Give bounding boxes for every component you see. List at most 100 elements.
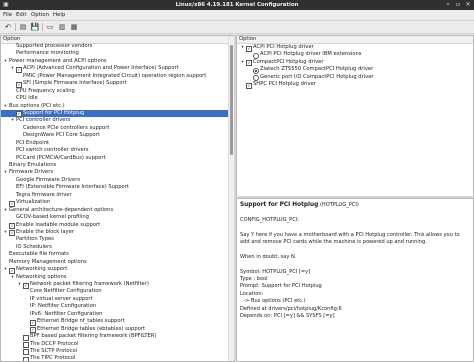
option-row[interactable]: Tegra firmware driver (1, 192, 234, 199)
option-label: Tegra firmware driver (16, 191, 72, 198)
help-title: Support for PCI Hotplug (240, 202, 319, 208)
full-view-icon[interactable]: ▦ (69, 22, 79, 32)
suboption-row[interactable]: ▾ ✓ CompactPCI Hotplug driver (237, 59, 473, 67)
option-label: IP virtual server support (30, 295, 93, 302)
option-row[interactable]: The DCCP Protocol (1, 341, 234, 348)
menu-help[interactable]: Help (53, 12, 65, 18)
option-label: Ethernet Bridge tables (ebtables) suppor… (37, 325, 145, 332)
option-row[interactable]: CPU Idle (1, 95, 234, 102)
option-row[interactable]: PMIC (Power Management Integrated Circui… (1, 73, 234, 80)
save-icon[interactable]: 💾 (30, 22, 40, 32)
menu-option[interactable]: Option (31, 12, 49, 18)
option-row[interactable]: Cadence PCIe controllers support (1, 125, 234, 132)
option-row[interactable]: Binary Emulations (1, 162, 234, 169)
option-row[interactable]: IP: Netfilter Configuration (1, 303, 234, 310)
option-label: Power management and ACPI options (9, 57, 107, 64)
help-description: Say Y here if you have a motherboard wit… (240, 231, 460, 245)
menu-file[interactable]: File (3, 12, 12, 18)
option-row[interactable]: ▾ Power management and ACPI options (1, 58, 234, 65)
suboption-column-header[interactable]: Option (237, 36, 473, 44)
option-row[interactable]: ▾ ✓ Networking support (1, 266, 234, 274)
expand-arrow-icon[interactable]: ▾ (3, 207, 8, 214)
option-row[interactable]: Performance monitoring (1, 50, 234, 57)
expand-arrow-icon[interactable]: ▾ (3, 103, 8, 110)
minimize-icon[interactable]: – (444, 1, 452, 9)
split-view-icon[interactable]: ▥ (57, 22, 67, 32)
menu-edit[interactable]: Edit (16, 12, 26, 18)
expand-arrow-icon[interactable]: ▾ (17, 281, 22, 288)
help-details: Symbol: HOTPLUG_PCI [=y] Type : bool Promp… (240, 269, 470, 321)
menu-bar: File Edit Option Help (0, 10, 474, 21)
help-detail-line: Symbol: HOTPLUG_PCI [=y] (240, 268, 311, 275)
option-row[interactable]: ▾ General architecture-dependent options (1, 207, 234, 214)
expand-arrow-icon[interactable]: ▾ (3, 229, 8, 236)
option-row[interactable]: GCOV-based kernel profiling (1, 214, 234, 221)
option-row[interactable]: IPv6: Netfilter Configuration (1, 311, 234, 318)
option-row[interactable]: Executable file formats (1, 251, 234, 258)
option-label: Enable loadable module support (16, 221, 101, 228)
help-detail-line: Location: (240, 290, 264, 297)
maximize-icon[interactable]: ▫ (454, 1, 462, 9)
option-row[interactable]: ▾ PCI controller drivers (1, 117, 234, 124)
option-row[interactable]: ▾ Firmware Drivers (1, 169, 234, 176)
expand-arrow-icon[interactable]: ▾ (10, 274, 15, 281)
back-icon[interactable]: ↶ (3, 22, 13, 32)
option-row[interactable]: ✓ Enable loadable module support (1, 222, 234, 229)
option-label: PCI controller drivers (16, 117, 71, 124)
option-row[interactable]: ✓ Ethernet Bridge tables (ebtables) suppo… (1, 325, 234, 334)
checked-checkbox[interactable]: ✓ (246, 82, 252, 89)
suboption-row[interactable]: ACPI PCI Hotplug driver IBM extensions (237, 51, 473, 59)
option-row[interactable]: ▾ ✓ ACPI (Advanced Configuration and Power… (1, 65, 234, 73)
option-row[interactable]: ▾ ✓ Enable the block layer (1, 229, 234, 237)
suboption-row[interactable]: ▾ ✓ ACPI PCI Hotplug driver (237, 44, 473, 52)
suboption-row[interactable]: Generic port I/O CompactPCI Hotplug driv… (237, 74, 473, 82)
expand-arrow-icon[interactable]: ▾ (240, 44, 245, 51)
option-row[interactable]: BPF based packet filtering framework (BP… (1, 333, 234, 341)
option-tree[interactable]: Option Supported processor vendors Perfor… (0, 35, 235, 362)
option-row[interactable]: ✓ Support for PCI Hotplug (1, 109, 234, 118)
option-row[interactable]: CPU Frequency scaling (1, 88, 234, 95)
option-label: PCCard (PCMCIA/CardBus) support (16, 154, 106, 161)
option-row[interactable]: ✓ Ethernet Bridge nf_tables support (1, 318, 234, 326)
option-row[interactable]: Supported processor vendors (1, 43, 234, 50)
unchecked-checkbox[interactable] (23, 356, 29, 361)
option-row[interactable]: ✓ SFI (Simple Firmware Interface) Support (1, 80, 234, 88)
option-row[interactable]: ▾ Networking options (1, 274, 234, 281)
expand-arrow-icon[interactable]: ▾ (3, 169, 8, 176)
option-label: Binary Emulations (9, 162, 57, 168)
option-row[interactable]: The SCTP Protocol (1, 348, 234, 356)
suboption-row[interactable]: ✓ SHPC PCI Hotplug driver (237, 81, 473, 89)
option-row[interactable]: EFI (Extensible Firmware Interface) Supp… (1, 184, 234, 191)
close-icon[interactable]: ✕ (464, 1, 472, 9)
option-row[interactable]: Google Firmware Drivers (1, 177, 234, 184)
option-row[interactable]: Memory Management options (1, 259, 234, 266)
window-titlebar: ▣ Linux/x86 4.19.181 Kernel Configuratio… (0, 0, 474, 10)
option-row[interactable]: ✓ Virtualization (1, 199, 234, 207)
option-row[interactable]: The TIPC Protocol (1, 355, 234, 361)
expand-arrow-icon[interactable]: ▾ (240, 59, 245, 66)
option-label: Core Netfilter Configuration (30, 288, 102, 295)
suboption-row[interactable]: Ziatech ZT5550 CompactPCI Hotplug driver (237, 66, 473, 74)
scrollbar-thumb[interactable] (230, 45, 233, 155)
option-row[interactable]: PCCard (PCMCIA/CardBus) support (1, 155, 234, 162)
option-row[interactable]: IO Schedulers (1, 244, 234, 251)
option-row[interactable]: IP virtual server support (1, 296, 234, 303)
single-view-icon[interactable]: ▭ (45, 22, 55, 32)
option-row[interactable]: ▾ ✓ Network packet filtering framework (Ne… (1, 281, 234, 289)
load-icon[interactable]: ▤ (18, 22, 28, 32)
option-label: EFI (Extensible Firmware Interface) Supp… (16, 184, 129, 191)
option-row[interactable]: PCI switch controller drivers (1, 147, 234, 154)
option-label: Support for PCI Hotplug (23, 109, 85, 116)
option-row[interactable]: Partition Types (1, 236, 234, 243)
expand-arrow-icon[interactable]: ▾ (3, 266, 8, 273)
suboption-list[interactable]: Option ▾ ✓ ACPI PCI Hotplug driver ACPI PCI… (236, 35, 474, 197)
option-label: The DCCP Protocol (30, 340, 79, 347)
expand-arrow-icon[interactable]: ▾ (10, 117, 15, 124)
option-row[interactable]: DesignWare PCI Core Support (1, 132, 234, 139)
expand-arrow-icon[interactable]: ▾ (3, 58, 8, 65)
option-label: DesignWare PCI Core Support (23, 132, 100, 139)
option-row[interactable]: Core Netfilter Configuration (1, 288, 234, 295)
option-row[interactable]: PCI Endpoint (1, 140, 234, 147)
expand-arrow-icon[interactable]: ▾ (10, 65, 15, 72)
option-row[interactable]: ▾ Bus options (PCI etc.) (1, 103, 234, 110)
